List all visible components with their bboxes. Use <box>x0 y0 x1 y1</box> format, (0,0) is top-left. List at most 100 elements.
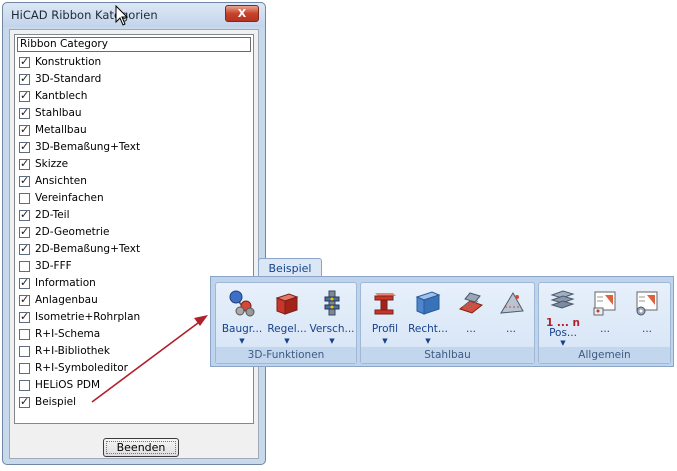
plate-icon <box>415 291 441 315</box>
category-checkbox[interactable] <box>19 363 30 374</box>
category-label: 2D-Bemaßung+Text <box>35 243 141 255</box>
list-item[interactable]: HELiOS PDM <box>17 378 251 395</box>
category-label: Kantblech <box>35 90 88 102</box>
dropdown-arrow-icon: ▼ <box>239 337 245 345</box>
regel-label: Regel... <box>267 323 307 335</box>
list-item[interactable]: Metallbau <box>17 123 251 140</box>
grating-icon <box>458 292 484 314</box>
category-checkbox[interactable] <box>19 261 30 272</box>
group-title: 3D-Funktionen <box>216 347 356 363</box>
category-checkbox[interactable] <box>19 72 30 85</box>
group-3d-funktionen: Baugr... ▼ Regel... ▼ Versch... ▼ 3D-Fun… <box>215 282 357 364</box>
category-label: Beispiel <box>35 396 77 408</box>
category-label: Vereinfachen <box>35 192 104 204</box>
dialog-title: HiCAD Ribbon Kategorien <box>11 8 158 22</box>
category-label: Metallbau <box>35 124 87 136</box>
category-checkbox[interactable] <box>19 140 30 153</box>
category-checkbox[interactable] <box>19 55 30 68</box>
dialog-client-area: Ribbon Category Konstruktion 3D-Standard K… <box>9 29 259 459</box>
category-label: 3D-Bemaßung+Text <box>35 141 141 153</box>
dropdown-arrow-icon: ▼ <box>560 339 566 347</box>
group-allgemein: 1 ... n Pos... ▼ ... ... Allgemein <box>538 282 671 364</box>
allgemein-label-3: ... <box>641 323 652 335</box>
ribbon-categories-dialog: HiCAD Ribbon Kategorien X Ribbon Categor… <box>2 2 266 465</box>
beenden-label: Beenden <box>116 441 166 454</box>
dropdown-arrow-icon: ▼ <box>425 337 431 345</box>
category-label: 2D-Teil <box>35 209 70 221</box>
dialog-titlebar[interactable]: HiCAD Ribbon Kategorien X <box>3 3 265 27</box>
verschraubung-button[interactable]: Versch... ▼ <box>308 287 356 345</box>
dropdown-arrow-icon: ▼ <box>382 337 388 345</box>
category-label: Information <box>35 277 96 289</box>
profil-button[interactable]: Profil ▼ <box>361 287 409 345</box>
list-item[interactable]: Vereinfachen <box>17 191 251 208</box>
group-title: Allgemein <box>539 347 670 363</box>
list-item[interactable]: 3D-FFF <box>17 259 251 276</box>
ribbon-panel: Baugr... ▼ Regel... ▼ Versch... ▼ 3D-Fun… <box>210 276 674 367</box>
category-label: R+I-Symboleditor <box>35 362 128 374</box>
stahlbau-button-4[interactable]: ... <box>487 287 535 345</box>
rechteck-button[interactable]: Recht... ▼ <box>404 287 452 345</box>
allgemein-button-3[interactable]: ... <box>623 287 671 345</box>
category-checkbox[interactable] <box>19 346 30 357</box>
baugruppe-label: Baugr... <box>221 323 263 335</box>
category-checkbox[interactable] <box>19 123 30 136</box>
red-cube-icon <box>275 293 299 315</box>
category-checkbox[interactable] <box>19 157 30 170</box>
category-checkbox[interactable] <box>19 380 30 391</box>
category-checkbox[interactable] <box>19 395 30 408</box>
list-item[interactable]: 2D-Bemaßung+Text <box>17 242 251 259</box>
category-checkbox[interactable] <box>19 106 30 119</box>
list-item[interactable]: Kantblech <box>17 89 251 106</box>
category-label: 3D-Standard <box>35 73 102 85</box>
list-item[interactable]: Beispiel <box>17 395 251 412</box>
category-label: 3D-FFF <box>35 260 72 272</box>
group-stahlbau: Profil ▼ Recht... ▼ ... ... Stahlbau <box>360 282 535 364</box>
allgemein-label-2: ... <box>599 323 610 335</box>
category-checkbox[interactable] <box>19 329 30 340</box>
category-checkbox[interactable] <box>19 242 30 255</box>
list-item[interactable]: Skizze <box>17 157 251 174</box>
drawing-sheet-icon <box>593 291 616 316</box>
position-button[interactable]: 1 ... n Pos... ▼ <box>539 287 587 347</box>
list-item[interactable]: Ansichten <box>17 174 251 191</box>
dropdown-arrow-icon: ▼ <box>329 337 335 345</box>
category-checkbox[interactable] <box>19 89 30 102</box>
mouse-cursor-icon <box>115 5 129 26</box>
drawing-sheet-settings-icon <box>636 291 658 316</box>
close-button[interactable]: X <box>225 5 259 22</box>
category-label: Stahlbau <box>35 107 82 119</box>
category-checkbox[interactable] <box>19 310 30 323</box>
list-item[interactable]: Konstruktion <box>17 55 251 72</box>
list-item[interactable]: 2D-Geometrie <box>17 225 251 242</box>
category-label: Konstruktion <box>35 56 102 68</box>
list-item[interactable]: 3D-Standard <box>17 72 251 89</box>
category-label: Ansichten <box>35 175 87 187</box>
dropdown-arrow-icon: ▼ <box>284 337 290 345</box>
category-checkbox[interactable] <box>19 208 30 221</box>
position-numbering-icon <box>550 290 575 309</box>
allgemein-button-2[interactable]: ... <box>581 287 629 345</box>
list-item[interactable]: Stahlbau <box>17 106 251 123</box>
assembly-icon <box>229 290 255 317</box>
baugruppe-button[interactable]: Baugr... ▼ <box>218 287 266 345</box>
category-label: R+I-Bibliothek <box>35 345 110 357</box>
profil-label: Profil <box>371 323 399 335</box>
category-label: 2D-Geometrie <box>35 226 110 238</box>
regel-button[interactable]: Regel... ▼ <box>263 287 311 345</box>
triangle-plate-icon <box>500 292 524 314</box>
category-checkbox[interactable] <box>19 276 30 289</box>
category-label: HELiOS PDM <box>35 379 101 391</box>
category-checkbox[interactable] <box>19 174 30 187</box>
category-checkbox[interactable] <box>19 193 30 204</box>
list-item[interactable]: 3D-Bemaßung+Text <box>17 140 251 157</box>
category-checkbox[interactable] <box>19 293 30 306</box>
category-label: Isometrie+Rohrplan <box>35 311 141 323</box>
list-item[interactable]: 2D-Teil <box>17 208 251 225</box>
beenden-button[interactable]: Beenden <box>103 438 179 457</box>
rechteck-label: Recht... <box>408 323 448 335</box>
bolt-connection-icon <box>324 290 340 316</box>
verschraubung-label: Versch... <box>309 323 355 335</box>
category-label: Skizze <box>35 158 69 170</box>
category-checkbox[interactable] <box>19 225 30 238</box>
